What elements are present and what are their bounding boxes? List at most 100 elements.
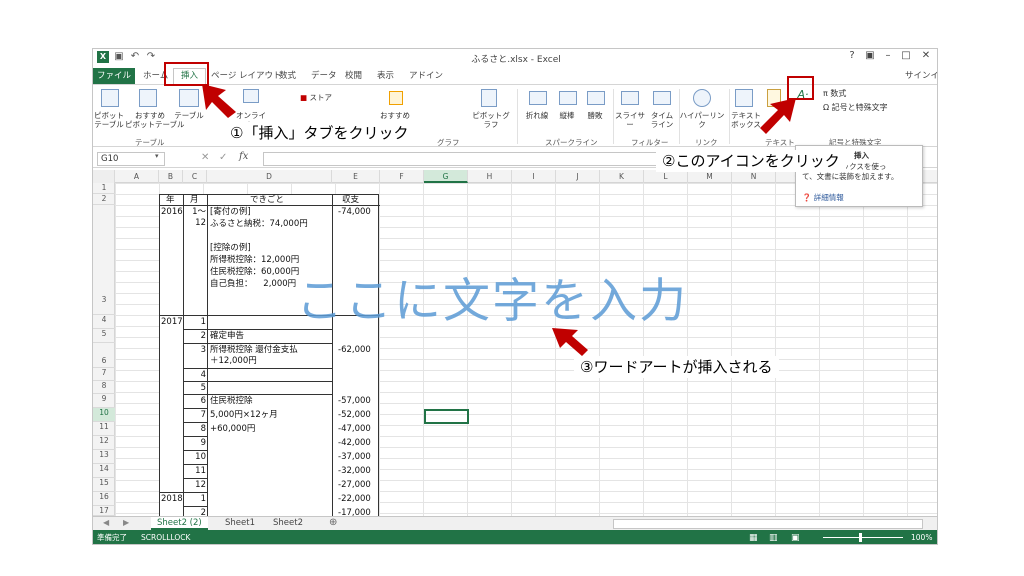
column-header-selected[interactable]: G	[424, 170, 468, 183]
ribbon-display-button[interactable]: ▣	[861, 50, 879, 61]
recommended-pivot-icon	[139, 89, 157, 107]
row-header[interactable]: 12	[93, 436, 115, 450]
column-header[interactable]: I	[512, 170, 556, 183]
row-header[interactable]: 4	[93, 315, 115, 329]
pivot-chart-icon	[481, 89, 497, 107]
timeline-button[interactable]: タイム ライン	[645, 111, 679, 129]
sparkline-column-button[interactable]: 縦棒	[553, 111, 581, 120]
selected-cell-g10[interactable]	[424, 409, 469, 424]
recommended-pivot-button[interactable]: おすすめ ピボットテーブル	[125, 111, 185, 129]
row-header[interactable]: 14	[93, 464, 115, 478]
window-title: ふるさと.xlsx - Excel	[471, 55, 561, 65]
header-month: 月	[190, 195, 199, 205]
row-header[interactable]: 17	[93, 506, 115, 516]
row-header[interactable]: 3	[93, 205, 115, 315]
tab-view[interactable]: 表示	[377, 69, 394, 83]
row-header[interactable]: 5	[93, 329, 115, 343]
sheet-prev-icon[interactable]: ◀	[103, 518, 109, 527]
sparkline-winloss-button[interactable]: 勝敗	[581, 111, 609, 120]
event-line: [寄付の例]	[210, 207, 251, 217]
select-all-corner[interactable]	[93, 170, 115, 183]
group-label-charts: グラフ	[437, 138, 460, 147]
recommended-charts-button[interactable]: おすすめ	[379, 111, 411, 120]
event-line: 自己負担： 2,000円	[210, 279, 297, 289]
row-header[interactable]: 6	[93, 343, 115, 368]
namebox-dropdown-icon[interactable]: ▾	[155, 152, 159, 160]
tab-file[interactable]: ファイル	[93, 68, 135, 84]
row-header[interactable]: 16	[93, 492, 115, 506]
balance-cell: -37,000	[338, 452, 371, 462]
normal-view-icon[interactable]: ▦	[749, 530, 758, 544]
tab-addins[interactable]: アドイン	[409, 69, 443, 83]
add-sheet-icon[interactable]: ⊕	[329, 517, 337, 528]
minimize-button[interactable]: –	[879, 50, 897, 61]
sparkline-line-icon	[529, 91, 547, 105]
event-line: [控除の例]	[210, 243, 251, 253]
column-header[interactable]: H	[468, 170, 512, 183]
cancel-icon[interactable]: ✕	[201, 152, 209, 163]
row-header[interactable]: 2	[93, 194, 115, 205]
tab-data[interactable]: データ	[311, 69, 337, 83]
page-break-view-icon[interactable]: ▣	[791, 530, 800, 544]
month-cell: 8	[200, 424, 206, 434]
pivot-chart-button[interactable]: ピボットグラフ	[469, 111, 513, 129]
month-cell: 12	[195, 480, 206, 490]
help-button[interactable]: ?	[843, 50, 861, 61]
sheet-next-icon[interactable]: ▶	[123, 518, 129, 527]
tab-review[interactable]: 校閲	[345, 69, 362, 83]
cell-grid[interactable]: 年 月 できごと 収支 2016 1～ 12 [寄付の例] ふるさと納税：74,…	[115, 183, 937, 516]
group-label-sparklines: スパークライン	[545, 138, 598, 147]
column-header[interactable]: K	[600, 170, 644, 183]
zoom-slider-handle[interactable]	[859, 533, 862, 542]
event-line: ふるさと納税：74,000円	[210, 219, 308, 229]
row-header[interactable]: 1	[93, 183, 115, 194]
month-cell: 5	[200, 383, 206, 393]
balance-cell: -57,000	[338, 396, 371, 406]
balance-cell: -74,000	[338, 207, 371, 217]
month-cell: 4	[200, 370, 206, 380]
column-header[interactable]: A	[115, 170, 159, 183]
group-label-tables: テーブル	[135, 138, 165, 147]
column-header[interactable]: D	[207, 170, 332, 183]
enter-icon[interactable]: ✓	[219, 152, 227, 163]
page-layout-view-icon[interactable]: ▥	[769, 530, 778, 544]
maximize-button[interactable]: □	[897, 50, 915, 61]
slicer-button[interactable]: スライサー	[613, 111, 647, 129]
signin-link[interactable]: サインイ	[905, 69, 937, 83]
sheet-tab[interactable]: Sheet2	[267, 517, 309, 530]
equation-button[interactable]: π 数式	[823, 89, 867, 98]
row-header[interactable]: 8	[93, 381, 115, 394]
row-header[interactable]: 7	[93, 368, 115, 381]
close-button[interactable]: ✕	[917, 50, 935, 61]
column-header[interactable]: F	[380, 170, 424, 183]
event-cell: 5,000円×12ヶ月	[210, 410, 278, 420]
event-cell: 住民税控除	[210, 396, 253, 406]
sheet-tab[interactable]: Sheet1	[219, 517, 261, 530]
row-header-selected[interactable]: 10	[93, 408, 115, 422]
column-header[interactable]: B	[159, 170, 183, 183]
hyperlink-button[interactable]: ハイパーリンク	[677, 111, 727, 129]
header-balance: 収支	[342, 195, 360, 205]
arrow-2-icon	[760, 98, 796, 134]
zoom-level[interactable]: 100%	[911, 530, 932, 544]
store-button[interactable]: ■ ストア	[299, 93, 333, 102]
row-header[interactable]: 15	[93, 478, 115, 492]
row-header[interactable]: 9	[93, 394, 115, 408]
row-header[interactable]: 11	[93, 422, 115, 436]
function-icon[interactable]: fx	[239, 151, 248, 162]
row-header[interactable]: 13	[93, 450, 115, 464]
column-header[interactable]: J	[556, 170, 600, 183]
zoom-slider[interactable]	[823, 537, 903, 538]
wordart-text[interactable]: ここに文字を入力	[296, 262, 688, 331]
symbol-button[interactable]: Ω 記号と特殊文字	[823, 103, 903, 112]
horizontal-scrollbar[interactable]	[613, 519, 923, 529]
column-header[interactable]: C	[183, 170, 207, 183]
sheet-tab-active[interactable]: Sheet2 (2)	[151, 517, 208, 530]
tooltip-more-info[interactable]: ❓ 詳細情報	[802, 192, 844, 203]
tab-formulas[interactable]: 数式	[279, 69, 296, 83]
pivot-table-button[interactable]: ピボット テーブル	[93, 111, 125, 129]
sparkline-line-button[interactable]: 折れ線	[521, 111, 553, 120]
column-header[interactable]: E	[332, 170, 380, 183]
ribbon-divider	[517, 89, 518, 144]
month-cell: 11	[195, 466, 206, 476]
